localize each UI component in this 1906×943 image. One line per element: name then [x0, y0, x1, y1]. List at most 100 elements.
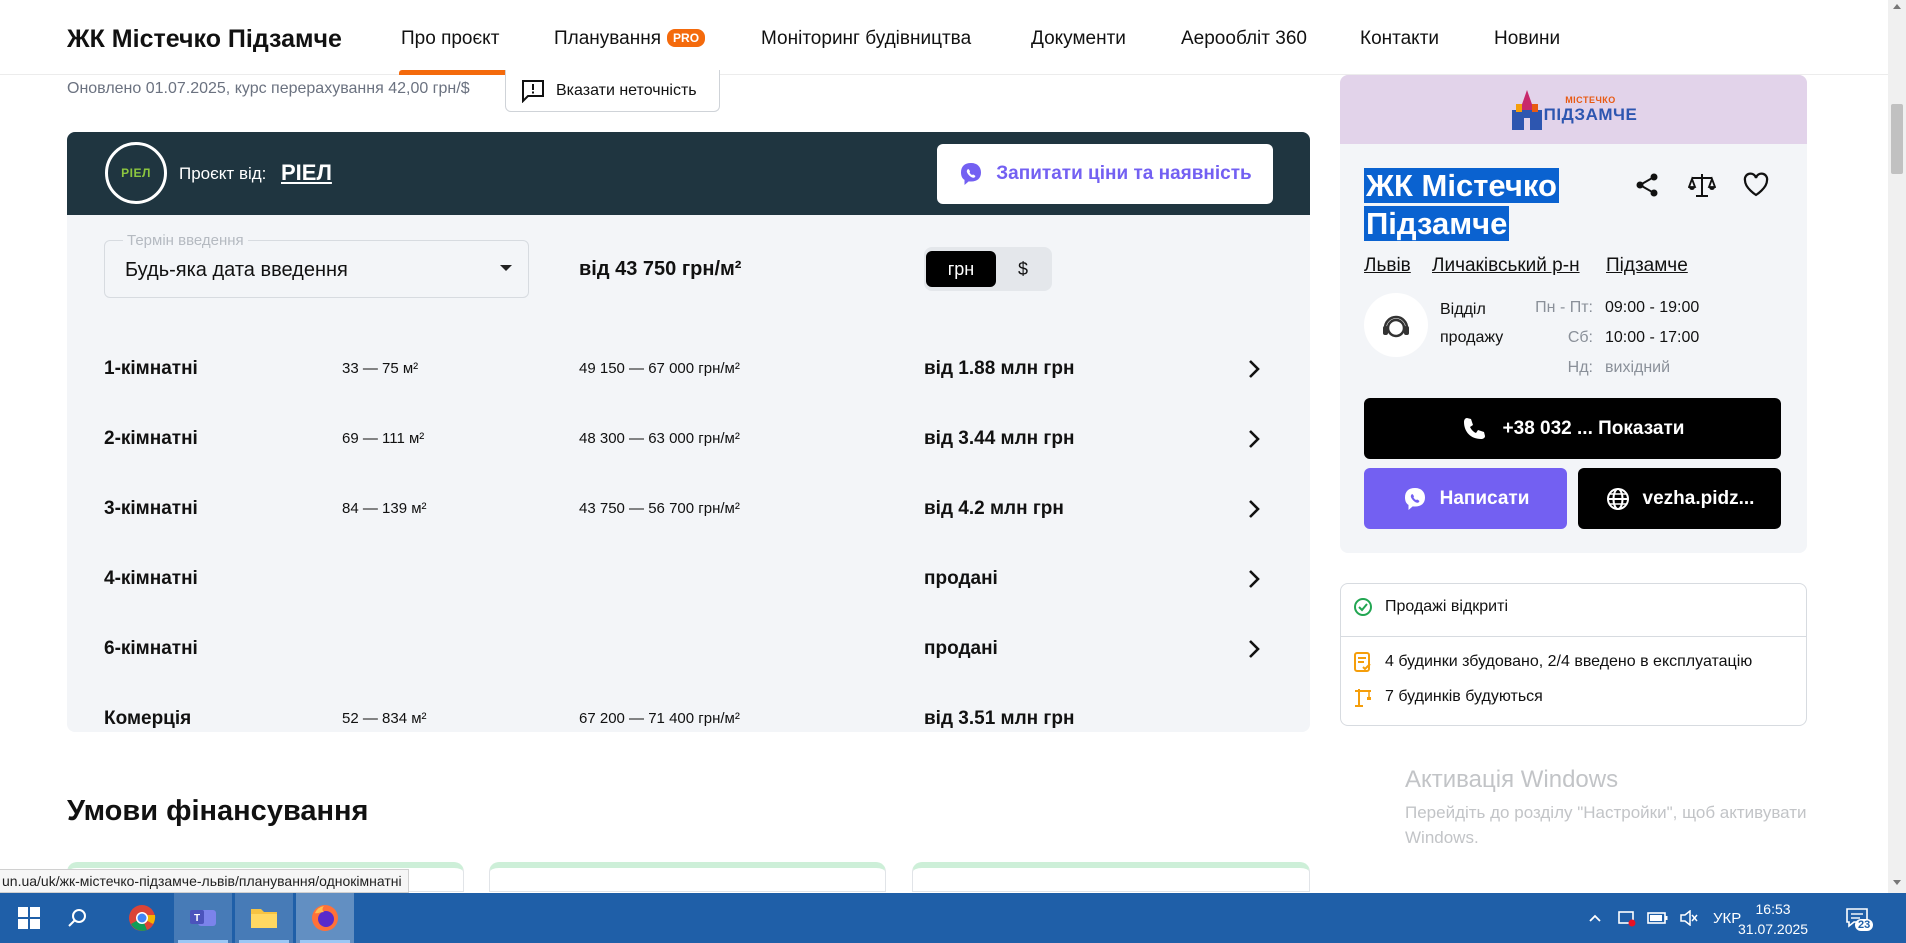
nav-item-news[interactable]: Новини: [1494, 28, 1560, 50]
project-title-line-1: ЖК Містечко: [1364, 168, 1559, 203]
phone-icon: [1463, 417, 1485, 439]
update-note: Оновлено 01.07.2025, курс перерахування …: [67, 80, 470, 97]
page-scrollbar[interactable]: [1888, 0, 1906, 893]
chrome-icon: [129, 905, 156, 931]
firefox-icon: [312, 905, 338, 931]
nav-item-planning-label: Планування: [554, 28, 662, 49]
clock-time: 16:53: [1755, 901, 1791, 917]
windows-taskbar: T УКР 16:53 31.07.2025 23: [0, 893, 1906, 943]
row-type: 2-кімнатні: [104, 428, 198, 449]
watermark-text: Перейдіть до розділу "Настройки", щоб ак…: [1405, 803, 1807, 847]
taskbar-firefox[interactable]: [296, 893, 354, 943]
show-phone-label: +38 032 ... Показати: [1502, 417, 1685, 439]
date-select-value: Будь-яка дата введення: [125, 259, 348, 281]
sales-status-row: Продажі відкриті: [1341, 597, 1806, 617]
row-area: 33 — 75 м²: [342, 360, 419, 377]
hours-saturday-value: 10:00 - 17:00: [1605, 329, 1700, 346]
speaker-muted-icon[interactable]: [1679, 910, 1699, 926]
website-label: vezha.pidz...: [1642, 487, 1755, 509]
project-title-line-2: Підзамче: [1364, 206, 1510, 241]
taskbar-teams[interactable]: T: [174, 893, 232, 943]
sales-open-text: Продажі відкриті: [1385, 598, 1508, 615]
pricing-card: РІЕЛ Проєкт від: РІЕЛ Запитати ціни та н…: [67, 132, 1310, 732]
chevron-right-icon: [1249, 360, 1260, 378]
move-in-date-select[interactable]: Термін введення Будь-яка дата введення: [104, 232, 529, 298]
battery-icon[interactable]: [1647, 911, 1669, 925]
clock-date: 31.07.2025: [1738, 921, 1809, 937]
finance-section-title: Умови фінансування: [67, 795, 369, 827]
developer-link[interactable]: РІЕЛ: [281, 160, 332, 186]
developer-logo[interactable]: РІЕЛ: [105, 142, 167, 204]
currency-switch: грн $: [924, 247, 1052, 291]
castle-logo-icon: [1511, 89, 1542, 130]
row-type: 6-кімнатні: [104, 638, 198, 659]
row-price-per-m2: 48 300 — 63 000 грн/м²: [579, 430, 740, 447]
sales-label-2: продажу: [1440, 329, 1504, 346]
nav-item-aerial[interactable]: Аерообліт 360: [1181, 28, 1307, 50]
compare-scales-icon[interactable]: [1688, 171, 1716, 199]
hours-weekday-label: Пн - Пт:: [1535, 299, 1593, 316]
report-button-label: Вказати неточність: [556, 81, 697, 99]
taskbar-clock[interactable]: 16:53 31.07.2025: [1738, 899, 1808, 939]
site-brand[interactable]: ЖК Містечко Підзамче: [67, 25, 342, 54]
nav-item-contacts[interactable]: Контакти: [1360, 28, 1439, 50]
windows-activation-watermark: Активація Windows Перейдіть до розділу "…: [1405, 766, 1825, 850]
currency-usd[interactable]: $: [998, 251, 1048, 287]
finance-card[interactable]: [489, 862, 886, 892]
location-area-link[interactable]: Підзамче: [1606, 255, 1688, 277]
logo-small-text: МІСТЕЧКО: [1565, 94, 1616, 105]
scrollbar-thumb[interactable]: [1891, 104, 1903, 174]
taskbar-search-button[interactable]: [48, 893, 106, 943]
row-price-per-m2: 49 150 — 67 000 грн/м²: [579, 360, 740, 377]
ask-prices-button[interactable]: Запитати ціни та наявність: [937, 144, 1273, 204]
apartment-row[interactable]: 3-кімнатні 84 — 139 м² 43 750 — 56 700 г…: [67, 473, 1310, 543]
construction-status-card: Продажі відкриті 4 будинки збудовано, 2/…: [1340, 583, 1807, 726]
show-phone-button[interactable]: +38 032 ... Показати: [1364, 398, 1781, 459]
divider: [1341, 636, 1806, 637]
date-select-legend: Термін введення: [123, 232, 248, 249]
apartment-row[interactable]: 2-кімнатні 69 — 111 м² 48 300 — 63 000 г…: [67, 403, 1310, 473]
check-circle-icon: [1354, 598, 1372, 616]
nav-item-monitoring[interactable]: Моніторинг будівництва: [761, 28, 971, 50]
nav-item-about[interactable]: Про проєкт: [401, 28, 499, 50]
website-button[interactable]: vezha.pidz...: [1578, 468, 1781, 529]
scroll-up-arrow-icon[interactable]: [1893, 4, 1901, 9]
viber-write-button[interactable]: Написати: [1364, 468, 1567, 529]
scroll-down-arrow-icon[interactable]: [1893, 880, 1901, 885]
link-preview-status: un.ua/uk/жк-містечко-підзамче-львів/план…: [0, 869, 409, 893]
headset-icon: [1383, 315, 1409, 338]
chevron-right-icon: [1249, 500, 1260, 518]
row-type: 4-кімнатні: [104, 568, 198, 589]
nav-item-documents[interactable]: Документи: [1031, 28, 1126, 50]
taskbar-file-explorer[interactable]: [235, 893, 293, 943]
apartment-row[interactable]: 6-кімнатні продані: [67, 613, 1310, 683]
pro-badge: PRO: [667, 29, 706, 47]
building-status-row: 7 будинків будуються: [1341, 686, 1806, 708]
teams-icon: T: [190, 910, 216, 926]
report-inaccuracy-button[interactable]: Вказати неточність: [505, 70, 720, 112]
project-by-label: Проєкт від:: [179, 164, 267, 183]
row-area: 52 — 834 м²: [342, 710, 427, 727]
viber-icon: [1404, 487, 1425, 510]
hours-weekday-value: 09:00 - 19:00: [1605, 299, 1700, 316]
apartment-row[interactable]: 4-кімнатні продані: [67, 543, 1310, 613]
hours-sunday-label: Нд:: [1567, 359, 1593, 376]
write-label: Написати: [1439, 487, 1530, 509]
nav-item-planning[interactable]: Планування PRO: [554, 28, 706, 50]
project-sidebar: МІСТЕЧКО ПІДЗАМЧЕ ЖК Містечко Підзамче Л…: [1340, 75, 1807, 553]
finance-card[interactable]: [912, 862, 1310, 892]
share-icon[interactable]: [1633, 171, 1661, 199]
network-alert-icon[interactable]: [1617, 909, 1637, 927]
taskbar-chrome[interactable]: [113, 893, 171, 943]
chevron-up-icon[interactable]: [1587, 910, 1603, 926]
location-district-link[interactable]: Личаківський р-н: [1432, 255, 1580, 277]
hours-sunday-value: вихідний: [1605, 359, 1671, 376]
currency-uah[interactable]: грн: [926, 251, 996, 287]
favorite-heart-icon[interactable]: [1742, 171, 1770, 199]
apartment-row[interactable]: 1-кімнатні 33 — 75 м² 49 150 — 67 000 гр…: [67, 333, 1310, 403]
row-price: продані: [924, 568, 998, 589]
location-city-link[interactable]: Львів: [1364, 255, 1411, 277]
sales-label-1: Відділ: [1440, 301, 1486, 318]
row-type: 1-кімнатні: [104, 358, 198, 379]
price-from: від 43 750 грн/м²: [579, 258, 742, 280]
